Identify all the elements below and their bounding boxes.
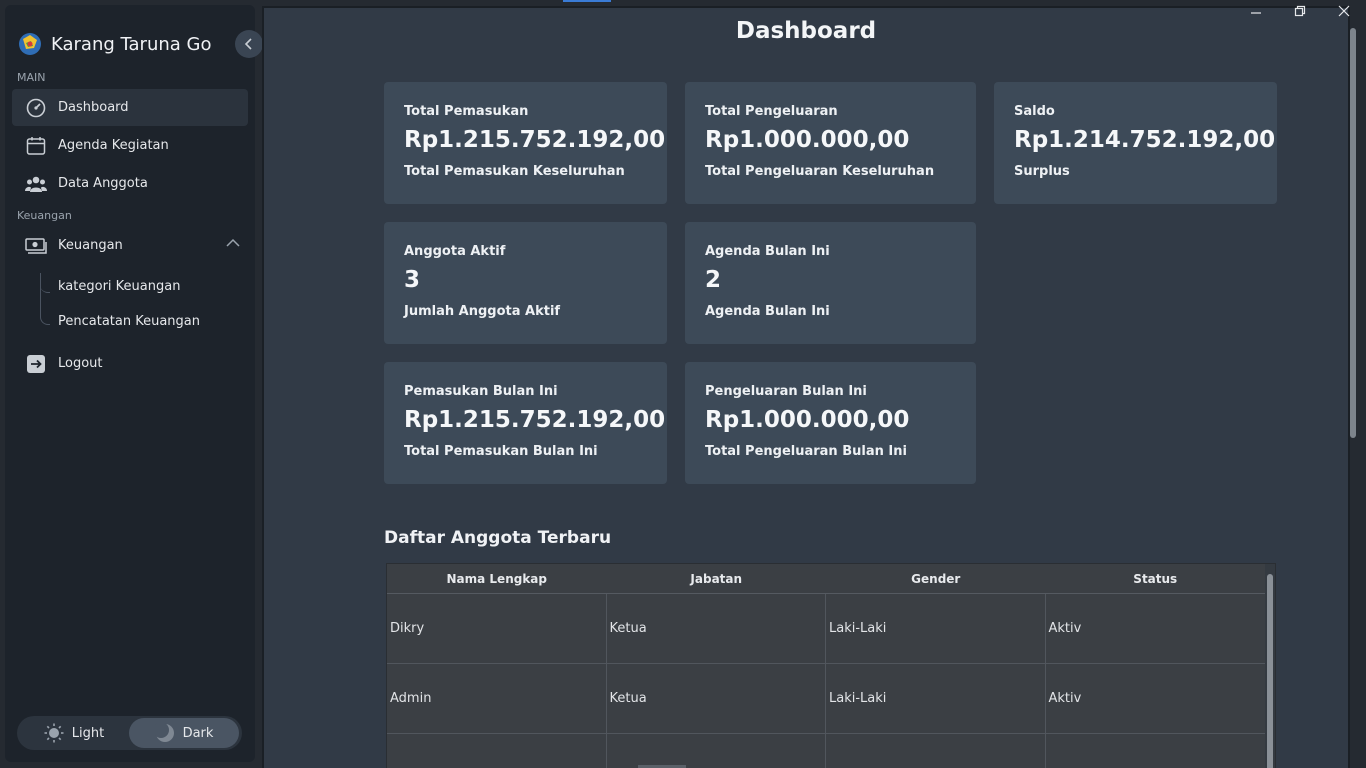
cell-nama — [387, 734, 607, 768]
cell-jabatan — [607, 734, 826, 768]
moon-icon — [154, 723, 175, 743]
card-title: Pemasukan Bulan Ini — [404, 384, 558, 399]
section-label-main: MAIN — [17, 71, 46, 84]
brand: Karang Taruna Go — [17, 31, 211, 57]
collapse-sidebar-button[interactable] — [235, 30, 263, 58]
theme-light-label: Light — [71, 725, 105, 741]
table-row[interactable]: Dikry Ketua Laki-Laki Aktiv — [387, 594, 1275, 664]
card-subtitle: Jumlah Anggota Aktif — [404, 304, 561, 319]
restore-icon — [1294, 5, 1306, 17]
minimize-icon — [1251, 12, 1261, 14]
sidebar-item-dashboard[interactable]: Dashboard — [12, 89, 248, 126]
cell-status — [1046, 734, 1266, 768]
main-content: Dashboard Total Pemasukan Rp1.215.752.19… — [262, 6, 1350, 768]
card-anggota-aktif: Anggota Aktif 3 Jumlah Anggota Aktif — [384, 222, 667, 344]
cell-jabatan: Ketua — [607, 594, 826, 663]
card-total-pengeluaran: Total Pengeluaran Rp1.000.000,00 Total P… — [685, 82, 976, 204]
sidebar-item-keuangan[interactable]: Keuangan — [12, 227, 248, 264]
column-header-nama[interactable]: Nama Lengkap — [387, 564, 607, 593]
cell-jabatan: Ketua — [607, 664, 826, 733]
card-value: Rp1.000.000,00 — [705, 407, 910, 433]
cell-nama: Admin — [387, 664, 607, 733]
card-subtitle: Surplus — [1014, 164, 1070, 179]
column-header-gender[interactable]: Gender — [826, 564, 1046, 593]
cell-gender: Laki-Laki — [826, 594, 1046, 663]
table-scrollbar[interactable] — [1265, 564, 1275, 768]
money-icon — [25, 235, 47, 257]
page-scrollbar-thumb[interactable] — [1350, 28, 1356, 438]
card-value: Rp1.215.752.192,00 — [404, 407, 666, 433]
card-value: Rp1.000.000,00 — [705, 127, 910, 153]
tree-connector — [40, 273, 50, 293]
sidebar-item-label: Agenda Kegiatan — [58, 138, 169, 153]
restore-button[interactable] — [1290, 2, 1310, 20]
card-pemasukan-bulan-ini: Pemasukan Bulan Ini Rp1.215.752.192,00 T… — [384, 362, 667, 484]
column-header-status[interactable]: Status — [1046, 564, 1266, 593]
sidebar-item-anggota[interactable]: Data Anggota — [12, 165, 248, 202]
table-row[interactable]: Admin Ketua Laki-Laki Aktiv — [387, 664, 1275, 734]
page-scrollbar[interactable] — [1348, 8, 1358, 768]
card-title: Saldo — [1014, 104, 1055, 119]
section-label-keuangan: Keuangan — [17, 209, 72, 222]
card-value: Rp1.215.752.192,00 — [404, 127, 666, 153]
card-title: Total Pemasukan — [404, 104, 529, 119]
dashboard-gauge-icon — [25, 97, 47, 119]
cell-status: Aktiv — [1048, 691, 1082, 706]
card-saldo: Saldo Rp1.214.752.192,00 Surplus — [994, 82, 1277, 204]
card-subtitle: Total Pengeluaran Bulan Ini — [705, 444, 907, 459]
minimize-button[interactable] — [1246, 2, 1266, 20]
card-pengeluaran-bulan-ini: Pengeluaran Bulan Ini Rp1.000.000,00 Tot… — [685, 362, 976, 484]
card-value: 3 — [404, 267, 421, 293]
table-row[interactable] — [387, 734, 1275, 768]
sun-icon — [44, 723, 64, 743]
column-header-jabatan[interactable]: Jabatan — [607, 564, 827, 593]
sidebar-item-label: Keuangan — [58, 238, 123, 253]
app-title: Karang Taruna Go — [51, 33, 212, 55]
card-agenda-bulan-ini: Agenda Bulan Ini 2 Agenda Bulan Ini — [685, 222, 976, 344]
card-subtitle: Agenda Bulan Ini — [705, 304, 830, 319]
sidebar-subitem-pencatatan-keuangan[interactable]: Pencatatan Keuangan — [58, 314, 200, 329]
table-header: Nama Lengkap Jabatan Gender Status — [387, 564, 1275, 594]
card-title: Agenda Bulan Ini — [705, 244, 830, 259]
sidebar-item-label: Data Anggota — [58, 176, 148, 191]
card-value: 2 — [705, 267, 722, 293]
theme-toggle: Light Dark — [17, 716, 242, 750]
card-subtitle: Total Pengeluaran Keseluruhan — [705, 164, 935, 179]
sidebar-item-label: Logout — [58, 356, 103, 371]
card-title: Anggota Aktif — [404, 244, 506, 259]
card-subtitle: Total Pemasukan Keseluruhan — [404, 164, 625, 179]
cell-status: Aktiv — [1048, 621, 1082, 636]
sidebar: Karang Taruna Go MAIN Dashboard Agenda K… — [5, 5, 255, 762]
cell-nama: Dikry — [387, 594, 607, 663]
card-value: Rp1.214.752.192,00 — [1014, 127, 1276, 153]
chevron-up-icon[interactable] — [226, 238, 240, 248]
close-icon — [1338, 5, 1350, 17]
card-title: Pengeluaran Bulan Ini — [705, 384, 867, 399]
app-logo-icon — [19, 33, 41, 55]
sidebar-item-agenda[interactable]: Agenda Kegiatan — [12, 127, 248, 164]
theme-light-option[interactable]: Light — [19, 718, 129, 748]
members-table: Nama Lengkap Jabatan Gender Status Dikry… — [386, 563, 1276, 768]
theme-dark-option[interactable]: Dark — [129, 718, 239, 748]
users-icon — [25, 173, 47, 195]
card-total-pemasukan: Total Pemasukan Rp1.215.752.192,00 Total… — [384, 82, 667, 204]
card-subtitle: Total Pemasukan Bulan Ini — [404, 444, 598, 459]
sidebar-item-logout[interactable]: Logout — [12, 345, 248, 382]
cell-gender: Laki-Laki — [826, 664, 1046, 733]
sidebar-subitem-kategori-keuangan[interactable]: kategori Keuangan — [58, 279, 180, 294]
close-button[interactable] — [1334, 2, 1354, 20]
chevron-left-icon — [244, 38, 252, 50]
sidebar-item-label: Dashboard — [58, 100, 129, 115]
window-top-accent — [563, 0, 611, 2]
calendar-icon — [25, 135, 47, 157]
cell-gender — [826, 734, 1046, 768]
page-title: Dashboard — [735, 18, 877, 44]
table-scrollbar-thumb[interactable] — [1267, 574, 1273, 768]
members-section-title: Daftar Anggota Terbaru — [384, 528, 612, 548]
theme-dark-label: Dark — [182, 725, 214, 741]
card-title: Total Pengeluaran — [705, 104, 838, 119]
logout-icon — [25, 353, 47, 375]
